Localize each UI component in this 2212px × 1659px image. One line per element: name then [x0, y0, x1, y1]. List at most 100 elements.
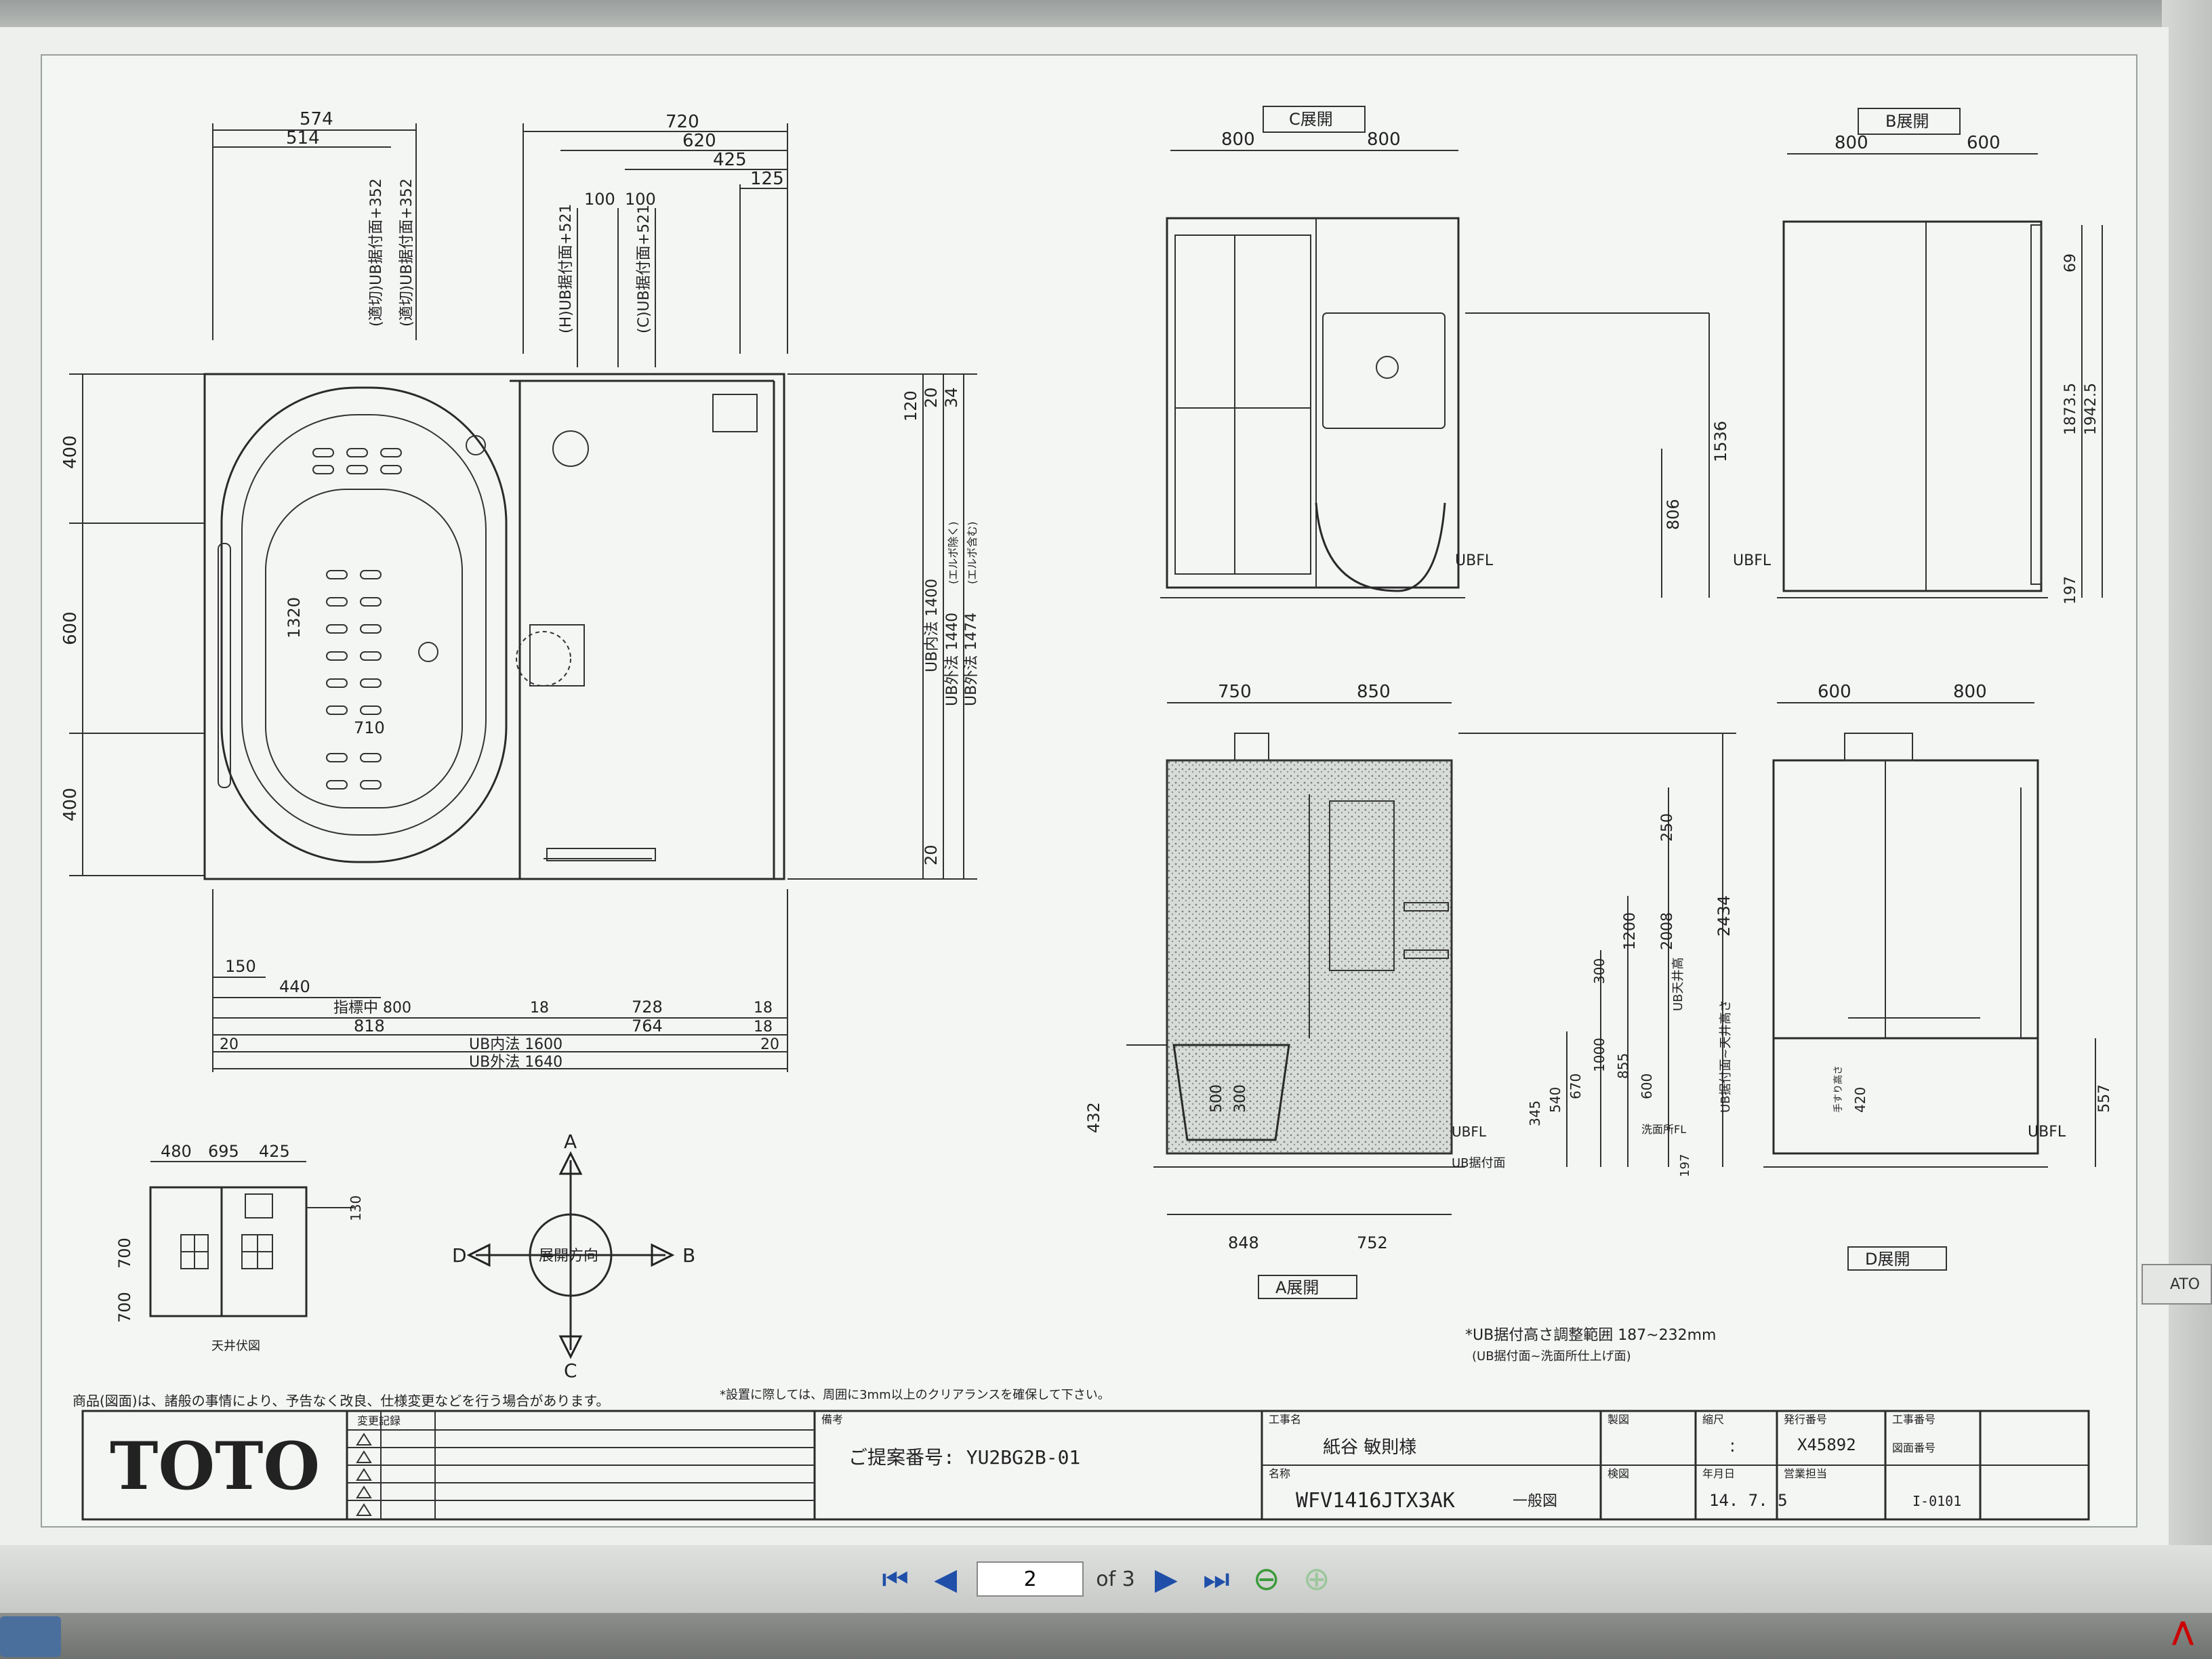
dim: 800 [1835, 133, 1868, 153]
window-edge [2162, 0, 2212, 1559]
dim: UB外法 1474 [963, 613, 980, 706]
dim: 1942.5 [2083, 383, 2100, 435]
dim: 197 [1678, 1154, 1692, 1177]
dim: 574 [300, 109, 333, 129]
pdf-viewer-area[interactable]: 574 514 720 620 425 125 100 100 (適切)UB据付… [0, 27, 2169, 1545]
dim: 600 [1967, 133, 2001, 153]
compass-c: C [564, 1359, 577, 1382]
dim: 600 [1818, 682, 1851, 702]
dim: 500 [1208, 1084, 1225, 1113]
acrobat-icon[interactable]: ⋀ [2172, 1616, 2202, 1650]
elev-label: C展開 [1289, 110, 1333, 129]
title-block: TOTO 変更記録 備考 ご提案番号: YU2BG2B-01 工事名 紙谷 敏則… [81, 1410, 2090, 1521]
next-page-button[interactable]: ▶ [1147, 1560, 1185, 1598]
dim: 806 [1664, 499, 1683, 530]
side-tab-label: ATO [2170, 1275, 2200, 1293]
vlabel: (適切)UB据付面+352 [398, 178, 415, 327]
name-header: 名称 [1269, 1467, 1290, 1480]
note: (エルボ除く) [947, 522, 960, 585]
dim: 800 [1367, 129, 1401, 150]
cad-drawing: 574 514 720 620 425 125 100 100 (適切)UB据付… [60, 106, 2113, 1521]
adjust-subnote: (UB据付面~洗面所仕上げ面) [1472, 1349, 1631, 1364]
first-page-icon: ⏮ [882, 1561, 909, 1597]
dim: 125 [750, 169, 784, 189]
dim: 420 [1852, 1087, 1868, 1113]
dim: 34 [942, 387, 961, 408]
floor-label: UBFL [1452, 1124, 1487, 1140]
first-page-button[interactable]: ⏮ [876, 1560, 914, 1598]
dim: 20 [922, 844, 941, 865]
dim: 800 [1221, 129, 1255, 150]
plan-view: 574 514 720 620 425 125 100 100 (適切)UB据付… [60, 109, 980, 1072]
dim: 150 [225, 957, 256, 976]
last-page-icon: ⏭ [1202, 1561, 1230, 1597]
issue-header: 発行番号 [1784, 1413, 1827, 1426]
dim: 345 [1527, 1101, 1543, 1126]
elevation-c: C展開 800 800 UBFL 1536 806 [1160, 106, 1730, 598]
floor-label: UBFL [1455, 552, 1494, 569]
side-tab[interactable]: ATO [2142, 1264, 2212, 1305]
vlabel: (H)UB据付面+521 [558, 204, 575, 333]
dim: 20 [922, 387, 941, 408]
elevation-a: 750 850 432 500 300 UBFL UB据付面 洗面所FL 250… [1084, 682, 1736, 1299]
notice-left: 商品(図面)は、諸般の事情により、予告なく改良、仕様変更などを行う場合があります… [73, 1393, 609, 1409]
work-no-header: 工事番号 [1892, 1413, 1936, 1426]
back-button[interactable]: ⊖ [1248, 1560, 1286, 1598]
dim: 600 [60, 611, 81, 645]
direction-compass: A B C D 展開方向 [452, 1130, 695, 1382]
dim: 480 [161, 1142, 192, 1161]
proposal-number: ご提案番号: YU2BG2B-01 [848, 1446, 1080, 1469]
page-number-input[interactable] [977, 1561, 1084, 1597]
vlabel: (適切)UB据付面+352 [368, 178, 385, 327]
compass-b: B [682, 1244, 695, 1267]
dim: 695 [208, 1142, 239, 1161]
ceiling-plan: 480 695 425 130 700 700 天井伏図 [115, 1142, 364, 1353]
dim: 670 [1568, 1073, 1584, 1099]
dim: 400 [60, 787, 81, 821]
compass-center: 展開方向 [539, 1248, 598, 1265]
dim: 728 [632, 998, 663, 1017]
compass-a: A [564, 1130, 577, 1153]
dim: UB内法 1400 [924, 579, 941, 672]
back-icon: ⊖ [1252, 1560, 1280, 1598]
remarks-header: 備考 [821, 1413, 843, 1426]
dim: 700 [115, 1292, 134, 1323]
floor-label: UBFL [1733, 552, 1771, 569]
dim: 850 [1357, 682, 1391, 702]
dim: 540 [1547, 1087, 1563, 1113]
start-button[interactable] [0, 1616, 61, 1657]
forward-button[interactable]: ⊕ [1298, 1560, 1336, 1598]
toto-logo: TOTO [110, 1428, 320, 1504]
floor-label: UB据付面 [1452, 1156, 1506, 1170]
notice-right: *設置に際しては、周囲に3mm以上のクリアランスを確保して下さい。 [720, 1388, 1110, 1402]
dim: 197 [2062, 576, 2079, 605]
prev-page-button[interactable]: ◀ [926, 1560, 964, 1598]
dim: 20 [760, 1036, 779, 1053]
dim: 710 [354, 718, 385, 737]
elevation-b: B展開 800 600 UBFL 69 1873.5 1942.5 197 [1733, 108, 2103, 605]
dim: 18 [754, 1019, 773, 1036]
dim: 425 [713, 150, 747, 170]
vlabel: UB据付面~天井高さ [1719, 1000, 1733, 1113]
vlabel: UB天井高 [1671, 957, 1685, 1011]
dim: 1000 [1591, 1038, 1607, 1072]
dim: UB内法 1600 [469, 1036, 562, 1053]
compass-d: D [452, 1244, 467, 1267]
dim: 指標中 800 [333, 1000, 411, 1017]
last-page-button[interactable]: ⏭ [1197, 1560, 1235, 1598]
taskbar [0, 1613, 2212, 1659]
check-header: 検図 [1607, 1467, 1629, 1480]
dim: 100 [584, 190, 615, 209]
forward-icon: ⊕ [1303, 1560, 1330, 1598]
dim: 855 [1615, 1053, 1631, 1079]
date-header: 年月日 [1702, 1467, 1735, 1480]
dim: 432 [1084, 1102, 1103, 1133]
dim: 720 [665, 112, 699, 132]
dim: 250 [1659, 813, 1676, 842]
draw-header: 製図 [1607, 1413, 1629, 1426]
dim: UB外法 1640 [469, 1054, 562, 1071]
page-total-label: of 3 [1096, 1567, 1135, 1591]
note: 手すり高さ [1832, 1065, 1844, 1113]
prev-page-icon: ◀ [934, 1561, 958, 1597]
dim: 18 [530, 1000, 549, 1017]
